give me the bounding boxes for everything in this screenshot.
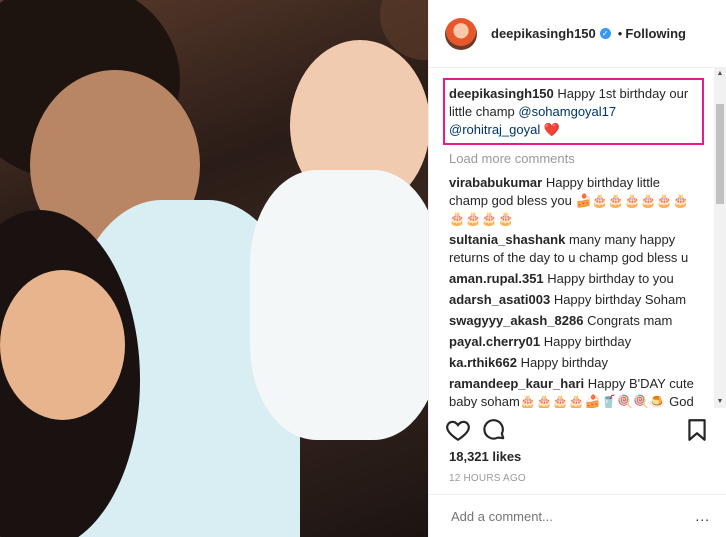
comment-username[interactable]: aman.rupal.351 — [449, 271, 544, 286]
header-username[interactable]: deepikasingh150 — [491, 26, 596, 41]
comments-list[interactable]: deepikasingh150 Happy 1st birthday our l… — [429, 68, 714, 408]
comment-icon[interactable] — [481, 417, 507, 443]
comment-text: Happy birthday Soham — [553, 292, 687, 307]
mention-soham[interactable]: @sohamgoyal17 — [518, 104, 616, 119]
comment-item: adarsh_asati003 Happy birthday Soham — [449, 291, 698, 309]
load-more-comments-button[interactable]: Load more comments — [449, 151, 698, 166]
bookmark-icon[interactable] — [684, 417, 710, 443]
heart-icon[interactable] — [445, 417, 471, 443]
comment-username[interactable]: sultania_shashank — [449, 232, 565, 247]
woman-face — [0, 270, 125, 420]
comment-username[interactable]: payal.cherry01 — [449, 334, 540, 349]
scroll-down-icon[interactable]: ▼ — [714, 396, 726, 408]
add-comment-input[interactable] — [449, 507, 696, 525]
comment-username[interactable]: virababukumar — [449, 175, 542, 190]
scrollbar-thumb[interactable] — [716, 104, 724, 204]
comment-text: Happy birthday — [520, 355, 609, 370]
comment-item: sultania_shashank many many happy return… — [449, 231, 698, 267]
add-comment-bar: ... — [429, 494, 726, 537]
verified-badge-icon: ✓ — [599, 28, 611, 39]
comment-item: virababukumar Happy birthday little cham… — [449, 174, 698, 228]
comment-username[interactable]: adarsh_asati003 — [449, 292, 550, 307]
post-sidebar: deepikasingh150 ✓ • Following deepikasin… — [428, 0, 726, 537]
caption-username[interactable]: deepikasingh150 — [449, 86, 554, 101]
likes-count[interactable]: 18,321 likes — [449, 449, 521, 464]
comment-text: Congrats mam — [587, 313, 673, 328]
comment-item: payal.cherry01 Happy birthday — [449, 333, 698, 351]
caption: deepikasingh150 Happy 1st birthday our l… — [443, 78, 704, 145]
header-separator: • — [617, 26, 623, 41]
avatar[interactable] — [445, 17, 477, 50]
comment-username[interactable]: swagyyy_akash_8286 — [449, 313, 583, 328]
action-bar — [445, 414, 710, 446]
comment-item: aman.rupal.351 Happy birthday to you — [449, 270, 698, 288]
post-photo[interactable] — [0, 0, 428, 537]
comment-item: ramandeep_kaur_hari Happy B'DAY cute bab… — [449, 375, 698, 408]
mention-rohitraj[interactable]: @rohitraj_goyal — [449, 122, 540, 137]
more-icon[interactable]: ... — [695, 508, 710, 524]
comments-scrollbar[interactable]: ▲ ▼ — [714, 68, 726, 408]
comment-item: swagyyy_akash_8286 Congrats mam — [449, 312, 698, 330]
comment-item: ka.rthik662 Happy birthday — [449, 354, 698, 372]
following-button[interactable]: Following — [625, 26, 686, 41]
post-timestamp[interactable]: 12 HOURS AGO — [449, 473, 526, 484]
instagram-post: deepikasingh150 ✓ • Following deepikasin… — [0, 0, 726, 537]
scroll-up-icon[interactable]: ▲ — [714, 68, 726, 80]
comment-username[interactable]: ka.rthik662 — [449, 355, 517, 370]
heart-emoji: ❤️ — [543, 122, 561, 137]
comment-username[interactable]: ramandeep_kaur_hari — [449, 376, 584, 391]
comment-text: Happy birthday to you — [547, 271, 674, 286]
baby-outfit — [250, 170, 428, 440]
post-header: deepikasingh150 ✓ • Following — [429, 0, 726, 68]
comment-text: Happy birthday — [543, 334, 632, 349]
